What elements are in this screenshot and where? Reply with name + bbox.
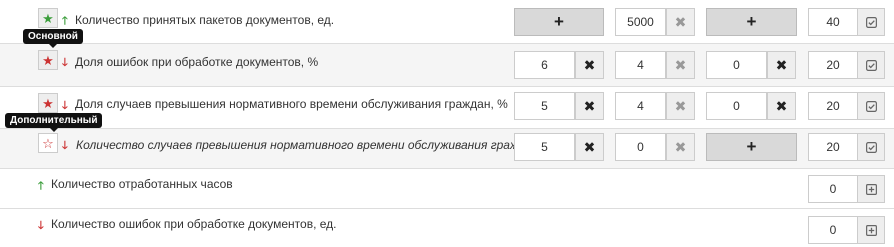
value-input[interactable]: 4 <box>615 92 666 120</box>
value-input[interactable]: 20 <box>808 92 858 120</box>
tooltip-additional: Дополнительный <box>5 113 103 132</box>
value-input[interactable]: 5 <box>514 92 575 120</box>
add-value-button[interactable]: + <box>706 8 797 36</box>
value-input[interactable]: 20 <box>808 51 858 79</box>
arrow-down-icon: 🡓 <box>62 140 68 152</box>
value-input[interactable]: 0 <box>706 92 767 120</box>
indicator-row: ☆ 🡓 Количество случаев превышения нормат… <box>0 129 894 169</box>
indicator-row: ★ 🡓 Доля случаев превышения нормативного… <box>0 87 894 129</box>
value-input[interactable]: 20 <box>808 133 858 161</box>
checkbox-check-icon[interactable] <box>857 92 885 120</box>
indicator-row: 🡑 Количество отработанных часов 0 <box>0 169 894 209</box>
close-icon[interactable]: ✖ <box>666 133 695 161</box>
value-input[interactable]: 0 <box>615 133 666 161</box>
value-input[interactable]: 0 <box>706 51 767 79</box>
star-icon[interactable]: ★ <box>38 8 58 28</box>
tooltip-main: Основной <box>23 29 83 48</box>
value-input[interactable]: 5000 <box>615 8 666 36</box>
indicator-label: Количество случаев превышения нормативно… <box>76 138 562 152</box>
plus-square-icon[interactable] <box>857 216 885 244</box>
value-input[interactable]: 0 <box>808 175 858 203</box>
close-icon[interactable]: ✖ <box>666 8 695 36</box>
arrow-down-icon: 🡓 <box>62 57 68 69</box>
close-icon[interactable]: ✖ <box>575 92 604 120</box>
indicator-label: Количество ошибок при обработке документ… <box>51 217 337 231</box>
value-input[interactable]: 4 <box>615 51 666 79</box>
indicator-row: ★ 🡑 Количество принятых пакетов документ… <box>0 0 894 44</box>
star-icon[interactable]: ★ <box>38 93 58 113</box>
close-icon[interactable]: ✖ <box>666 51 695 79</box>
arrow-down-icon: 🡓 <box>38 220 44 232</box>
value-input[interactable]: 0 <box>808 216 858 244</box>
indicator-label: Доля ошибок при обработке документов, % <box>75 55 319 69</box>
value-input[interactable]: 6 <box>514 51 575 79</box>
value-input[interactable]: 5 <box>514 133 575 161</box>
close-icon[interactable]: ✖ <box>666 92 695 120</box>
indicator-label: Количество отработанных часов <box>51 177 233 191</box>
close-icon[interactable]: ✖ <box>575 133 604 161</box>
indicator-row: 🡓 Количество ошибок при обработке докуме… <box>0 209 894 247</box>
star-icon[interactable]: ★ <box>38 50 58 70</box>
checkbox-check-icon[interactable] <box>857 51 885 79</box>
checkbox-check-icon[interactable] <box>857 133 885 161</box>
indicator-row: ★ 🡓 Доля ошибок при обработке документов… <box>0 44 894 87</box>
arrow-up-icon: 🡑 <box>38 180 44 192</box>
add-value-button[interactable]: + <box>706 133 797 161</box>
close-icon[interactable]: ✖ <box>575 51 604 79</box>
checkbox-check-icon[interactable] <box>857 8 885 36</box>
indicator-label: Доля случаев превышения нормативного вре… <box>75 97 508 111</box>
star-outline-icon[interactable]: ☆ <box>38 133 58 153</box>
close-icon[interactable]: ✖ <box>767 51 796 79</box>
value-input[interactable]: 40 <box>808 8 858 36</box>
indicator-label: Количество принятых пакетов документов, … <box>75 13 335 27</box>
add-value-button[interactable]: + <box>514 8 604 36</box>
plus-square-icon[interactable] <box>857 175 885 203</box>
close-icon[interactable]: ✖ <box>767 92 796 120</box>
